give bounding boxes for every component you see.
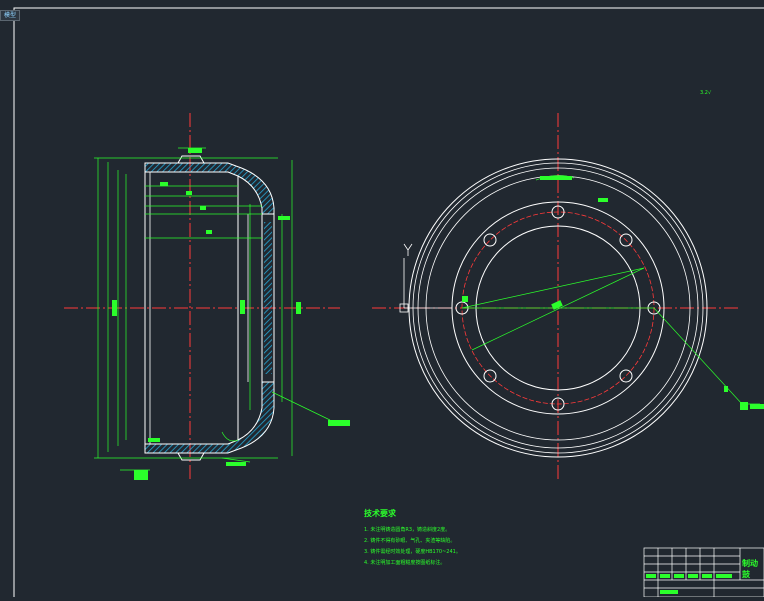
fillet-leader	[221, 431, 239, 442]
front-dimension-marks	[462, 176, 764, 410]
roughness-symbol: 3.2√	[700, 90, 712, 96]
technical-requirements: 技术要求 1. 未注明铸造圆角R3，铸造斜度2度。 2. 铸件不得有砂眼、气孔、…	[364, 508, 624, 569]
web-hatch	[264, 222, 272, 374]
bottom-flange	[177, 452, 205, 461]
front-view	[372, 113, 764, 482]
bottom-wall-section	[144, 381, 275, 454]
requirement-item: 3. 铸件需经时效处理，硬度HB170~241。	[364, 549, 461, 555]
model-tab[interactable]: 模型	[0, 10, 21, 21]
title-block-name: 制动鼓	[742, 559, 758, 579]
requirement-item: 2. 铸件不得有砂眼、气孔、夹渣等缺陷。	[364, 538, 456, 544]
title-block-labels	[646, 574, 732, 594]
front-dimensions	[461, 175, 760, 405]
requirement-item: 4. 未注明加工面粗糙度按图纸标注。	[364, 560, 446, 566]
requirement-item: 1. 未注明铸造圆角R3，铸造斜度2度。	[364, 527, 451, 533]
section-view	[64, 113, 350, 482]
section-dimensions	[94, 147, 331, 471]
top-wall-section	[144, 162, 275, 215]
technical-requirements-title: 技术要求	[364, 509, 396, 518]
section-dimension-marks	[112, 148, 350, 480]
top-flange	[177, 155, 205, 164]
cad-drawing-canvas[interactable]: 模型 3.2√ 技术要求 1. 未注明铸造圆角R3，铸造斜度2度。 2. 铸件不…	[0, 0, 764, 601]
